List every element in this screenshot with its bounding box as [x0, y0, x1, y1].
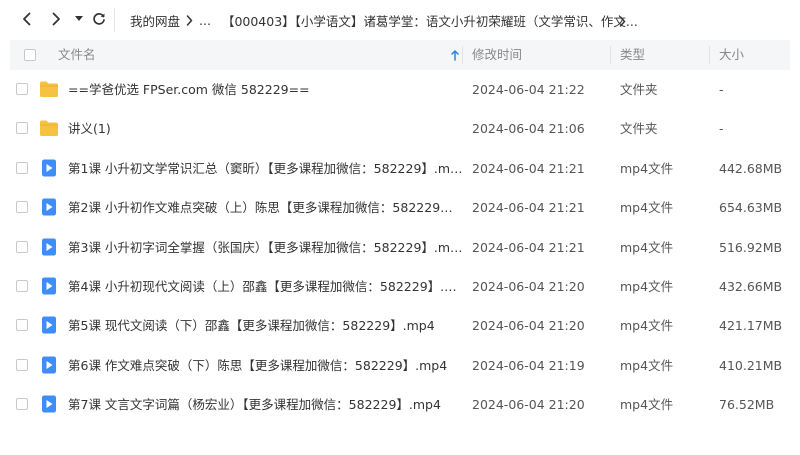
column-header-time[interactable]: 修改时间 [472, 40, 522, 70]
row-checkbox[interactable] [16, 122, 28, 135]
folder-icon [39, 119, 59, 137]
file-name[interactable]: 第3课 小升初字词全掌握（张国庆）【更多课程加微信：582229】.mp4 [68, 228, 463, 267]
file-size: 442.68MB [719, 160, 783, 176]
column-divider [610, 46, 611, 64]
video-file-icon [39, 159, 59, 177]
video-file-icon [39, 395, 59, 413]
chevron-left-icon [23, 12, 31, 26]
breadcrumb-ellipsis[interactable]: ... [199, 13, 211, 28]
file-row[interactable]: 第3课 小升初字词全掌握（张国庆）【更多课程加微信：582229】.mp4 202… [10, 228, 790, 267]
file-size: 410.21MB [719, 357, 783, 373]
select-all-checkbox[interactable] [24, 49, 36, 61]
file-name[interactable]: 第7课 文言文字词篇（杨宏业）【更多课程加微信：582229】.mp4 [68, 385, 463, 424]
file-size: 432.66MB [719, 279, 783, 294]
modified-time: 2024-06-04 21:19 [472, 357, 585, 373]
table-header: 文件名 修改时间 类型 大小 [10, 40, 790, 70]
breadcrumb-more-icon[interactable] [619, 12, 626, 31]
column-header-name[interactable]: 文件名 [58, 40, 96, 70]
video-file-icon [39, 198, 59, 216]
modified-time: 2024-06-04 21:20 [472, 397, 585, 413]
modified-time: 2024-06-04 21:21 [472, 160, 585, 176]
nav-divider [114, 8, 115, 32]
file-row[interactable]: 讲义(1) 2024-06-04 21:06 文件夹 - [10, 109, 790, 148]
file-row[interactable]: 第6课 作文难点突破（下）陈思【更多课程加微信：582229】.mp4 2024-… [10, 346, 790, 385]
history-dropdown-button[interactable] [68, 8, 90, 30]
row-checkbox[interactable] [16, 319, 28, 332]
file-name[interactable]: 讲义(1) [68, 109, 463, 148]
breadcrumb-current[interactable]: 【000403】【小学语文】诸葛学堂：语文小升初荣耀班（文学常识、作文... [222, 11, 638, 30]
modified-time: 2024-06-04 21:20 [472, 318, 585, 334]
file-row[interactable]: 第4课 小升初现代文阅读（上）邵鑫【更多课程加微信：582229】.mp4 202… [10, 267, 790, 306]
breadcrumb-root[interactable]: 我的网盘 [130, 11, 180, 30]
file-row[interactable]: 第2课 小升初作文难点突破（上）陈思【更多课程加微信：582229】.m... 2… [10, 188, 790, 227]
file-browser-window: 我的网盘 ... 【000403】【小学语文】诸葛学堂：语文小升初荣耀班（文学常… [0, 0, 800, 455]
row-checkbox[interactable] [16, 240, 28, 253]
breadcrumb: 我的网盘 ... 【000403】【小学语文】诸葛学堂：语文小升初荣耀班（文学常… [130, 11, 638, 30]
row-checkbox[interactable] [16, 358, 28, 371]
file-row[interactable]: 第7课 文言文字词篇（杨宏业）【更多课程加微信：582229】.mp4 2024-… [10, 385, 790, 424]
file-size: - [719, 82, 724, 97]
file-name[interactable]: 第5课 现代文阅读（下）邵鑫【更多课程加微信：582229】.mp4 [68, 306, 463, 345]
column-header-size[interactable]: 大小 [719, 40, 744, 70]
file-type: mp4文件 [620, 397, 674, 413]
file-row[interactable]: 第5课 现代文阅读（下）邵鑫【更多课程加微信：582229】.mp4 2024-0… [10, 306, 790, 345]
video-file-icon [39, 356, 59, 374]
file-type: mp4文件 [620, 357, 674, 373]
file-row[interactable]: 第1课 小升初文学常识汇总（窦昕）【更多课程加微信：582229】.mp4 202… [10, 149, 790, 188]
back-button[interactable] [16, 8, 38, 30]
file-name[interactable]: 第2课 小升初作文难点突破（上）陈思【更多课程加微信：582229】.m... [68, 188, 463, 227]
file-type: mp4文件 [620, 160, 674, 176]
row-checkbox[interactable] [16, 161, 28, 174]
modified-time: 2024-06-04 21:06 [472, 121, 585, 137]
file-type: mp4文件 [620, 318, 674, 334]
file-name[interactable]: ==学爸优选 FPSer.com 微信 582229== [68, 70, 463, 109]
caret-down-icon [75, 16, 83, 21]
file-type: mp4文件 [620, 239, 674, 255]
row-checkbox[interactable] [16, 398, 28, 411]
file-row[interactable]: ==学爸优选 FPSer.com 微信 582229== 2024-06-04 2… [10, 70, 790, 109]
column-divider [709, 46, 710, 64]
file-size: 421.17MB [719, 318, 783, 334]
modified-time: 2024-06-04 21:20 [472, 279, 585, 294]
column-header-type[interactable]: 类型 [620, 40, 645, 70]
video-file-icon [39, 277, 59, 295]
modified-time: 2024-06-04 21:21 [472, 239, 585, 255]
breadcrumb-separator-icon [186, 15, 193, 26]
row-checkbox[interactable] [16, 201, 28, 214]
chevron-right-icon [52, 12, 60, 26]
folder-icon [39, 80, 59, 98]
row-checkbox[interactable] [16, 280, 28, 292]
file-type: 文件夹 [620, 121, 658, 137]
video-file-icon [39, 238, 59, 256]
forward-button[interactable] [45, 8, 67, 30]
modified-time: 2024-06-04 21:22 [472, 82, 585, 97]
file-name[interactable]: 第4课 小升初现代文阅读（上）邵鑫【更多课程加微信：582229】.mp4 [68, 267, 463, 306]
refresh-icon [93, 13, 105, 25]
file-type: mp4文件 [620, 200, 674, 216]
file-size: 516.92MB [719, 239, 783, 255]
column-divider [462, 46, 463, 64]
navigation-bar: 我的网盘 ... 【000403】【小学语文】诸葛学堂：语文小升初荣耀班（文学常… [0, 0, 800, 40]
file-size: 76.52MB [719, 397, 775, 413]
file-name[interactable]: 第1课 小升初文学常识汇总（窦昕）【更多课程加微信：582229】.mp4 [68, 149, 463, 188]
row-checkbox[interactable] [16, 83, 28, 95]
sort-arrow-up-icon[interactable] [451, 40, 459, 70]
video-file-icon [39, 316, 59, 334]
modified-time: 2024-06-04 21:21 [472, 200, 585, 216]
file-size: 654.63MB [719, 200, 783, 216]
file-type: mp4文件 [620, 279, 674, 294]
refresh-button[interactable] [88, 8, 110, 30]
file-type: 文件夹 [620, 82, 658, 97]
file-size: - [719, 121, 724, 137]
file-name[interactable]: 第6课 作文难点突破（下）陈思【更多课程加微信：582229】.mp4 [68, 346, 463, 385]
